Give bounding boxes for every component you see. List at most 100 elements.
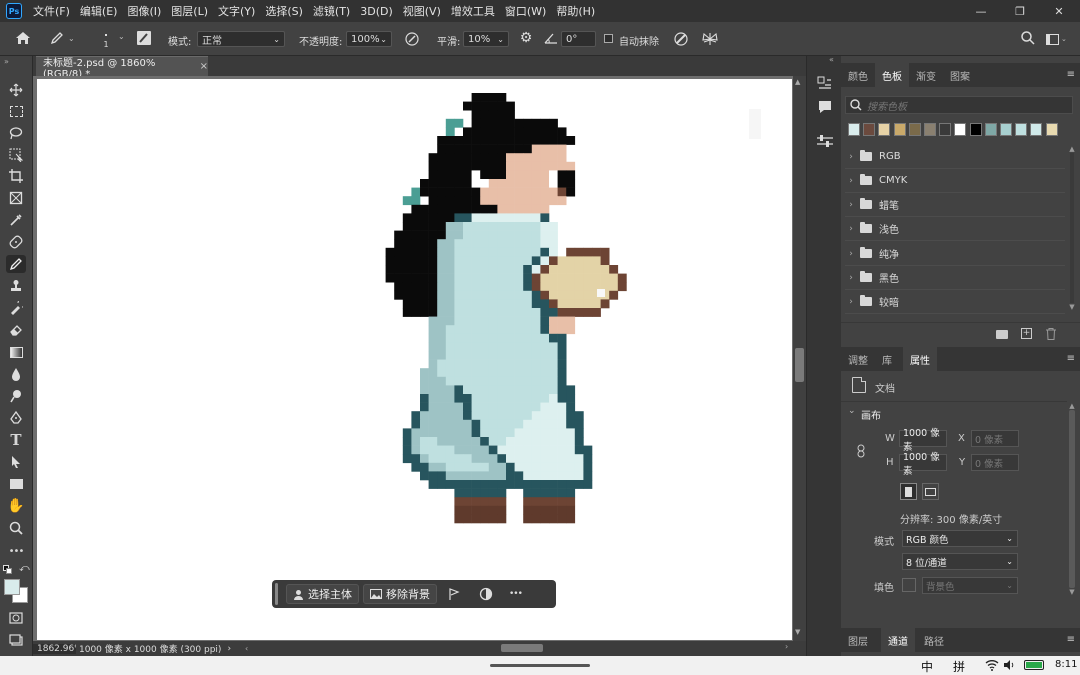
tab-libraries[interactable]: 库 (875, 347, 899, 371)
swatch-group-dark[interactable]: › 黑色 (845, 266, 1065, 290)
eyedropper-tool-icon[interactable] (6, 211, 26, 229)
panel-menu-icon[interactable]: ≡ (1067, 634, 1075, 645)
brush-size-dot-icon[interactable]: 1 (96, 34, 116, 54)
fill-color-swatch[interactable] (902, 578, 916, 592)
search-icon[interactable] (1020, 30, 1036, 46)
document-tab[interactable]: 未标题-2.psd @ 1860%(RGB/8) * × (36, 56, 208, 80)
swatch-group-rgb[interactable]: › RGB (845, 145, 1065, 169)
hand-tool-icon[interactable]: ✋ (6, 497, 26, 515)
width-input[interactable]: 1000 像素 (899, 428, 947, 453)
more-tools-icon[interactable]: ••• (6, 542, 26, 560)
new-group-folder-icon[interactable] (996, 330, 1008, 339)
fill-select[interactable]: 背景色 ⌄ (922, 577, 1018, 594)
volume-icon[interactable] (1003, 659, 1017, 671)
menu-layer[interactable]: 图层(L) (166, 3, 213, 19)
pencil-tool-icon[interactable] (6, 255, 26, 273)
menu-file[interactable]: 文件(F) (28, 3, 75, 19)
scroll-up-icon[interactable]: ▲ (795, 78, 800, 86)
swatch-group-pure[interactable]: › 纯净 (845, 242, 1065, 266)
clone-stamp-tool-icon[interactable] (6, 277, 26, 295)
panel-collapse-icon[interactable]: » (4, 57, 9, 66)
comments-panel-icon[interactable] (817, 99, 833, 115)
color-swatch[interactable] (969, 123, 982, 136)
horizontal-scroll-thumb[interactable] (501, 644, 543, 652)
swatch-group-cmyk[interactable]: › CMYK (845, 169, 1065, 193)
menu-plugins[interactable]: 增效工具 (446, 3, 500, 19)
menu-help[interactable]: 帮助(H) (551, 3, 600, 19)
pen-tool-icon[interactable] (6, 409, 26, 427)
ime-chinese-indicator[interactable]: 中 (921, 658, 933, 675)
auto-erase-checkbox[interactable] (604, 34, 613, 43)
mode-select[interactable]: 正常 ⌄ (197, 31, 285, 47)
frame-tool-icon[interactable] (6, 189, 26, 207)
wifi-icon[interactable] (985, 659, 999, 671)
pressure-size-icon[interactable] (673, 31, 689, 47)
gear-icon[interactable]: ⚙ (518, 30, 534, 46)
color-swatch[interactable] (863, 123, 876, 136)
menu-edit[interactable]: 编辑(E) (75, 3, 123, 19)
eraser-tool-icon[interactable] (6, 321, 26, 339)
swatch-search-input[interactable]: 搜索色板 (845, 96, 1073, 114)
color-swatch[interactable] (1030, 123, 1043, 136)
color-swatch[interactable] (1045, 123, 1058, 136)
pressure-opacity-icon[interactable] (404, 31, 420, 47)
tab-gradients[interactable]: 渐变 (909, 63, 943, 87)
chevron-down-icon[interactable]: ⌄ (118, 32, 125, 41)
color-swatch[interactable] (924, 123, 936, 136)
workspace-icon[interactable]: ⌄ (1046, 32, 1068, 46)
menu-select[interactable]: 选择(S) (260, 3, 308, 19)
angle-input[interactable]: 0° (561, 31, 596, 47)
menu-3d[interactable]: 3D(D) (355, 5, 398, 18)
new-swatch-icon[interactable]: + (1021, 328, 1032, 339)
type-tool-icon[interactable]: T (6, 431, 26, 449)
lasso-tool-icon[interactable] (6, 124, 26, 142)
home-gesture-bar[interactable] (490, 664, 590, 667)
tab-layers[interactable]: 图层 (841, 628, 875, 652)
close-tab-icon[interactable]: × (200, 61, 208, 72)
menu-type[interactable]: 文字(Y) (213, 3, 260, 19)
menu-filter[interactable]: 滤镜(T) (308, 3, 355, 19)
symmetry-butterfly-icon[interactable] (701, 31, 719, 47)
color-swatch[interactable] (848, 123, 860, 136)
screen-mode-icon[interactable] (6, 631, 26, 649)
swatch-group-light[interactable]: › 浅色 (845, 217, 1065, 241)
object-selection-tool-icon[interactable] (6, 146, 26, 164)
restore-button[interactable]: ❐ (1003, 0, 1037, 22)
portrait-orientation-button[interactable] (900, 483, 917, 500)
remove-background-button[interactable]: 移除背景 (363, 584, 437, 604)
link-dimensions-icon[interactable] (856, 444, 866, 458)
tab-color[interactable]: 颜色 (841, 63, 875, 87)
zoom-tool-icon[interactable] (6, 519, 26, 537)
landscape-orientation-button[interactable] (922, 483, 939, 500)
chevron-down-icon[interactable]: ⌄ (848, 406, 856, 416)
swap-colors-icon[interactable]: ⤺ (19, 563, 30, 574)
color-swatch[interactable] (1000, 123, 1012, 136)
bit-depth-select[interactable]: 8 位/通道 ⌄ (902, 553, 1018, 570)
vertical-scrollbar[interactable]: ▲ ▼ (793, 76, 806, 641)
zoom-level[interactable]: 1862.96% (33, 643, 76, 654)
tab-adjustments[interactable]: 调整 (841, 347, 875, 371)
swatch-group-pastel[interactable]: › 蜡笔 (845, 193, 1065, 217)
select-subject-button[interactable]: 选择主体 (286, 584, 359, 604)
marquee-tool-icon[interactable] (6, 102, 26, 120)
quick-mask-icon[interactable] (6, 609, 26, 627)
color-mode-select[interactable]: RGB 颜色 ⌄ (902, 530, 1018, 547)
panel-menu-icon[interactable]: ≡ (1067, 69, 1075, 80)
color-swatch[interactable] (954, 123, 967, 136)
home-icon[interactable] (14, 30, 32, 46)
scroll-down-icon[interactable]: ▼ (795, 628, 800, 636)
drag-handle[interactable] (275, 583, 278, 605)
menu-view[interactable]: 视图(V) (398, 3, 446, 19)
opacity-input[interactable]: 100% ⌄ (346, 31, 392, 47)
scroll-right-icon[interactable]: › (785, 642, 788, 651)
chevron-right-icon[interactable]: › (227, 644, 231, 654)
panel-menu-icon[interactable]: ≡ (1067, 353, 1075, 364)
menu-image[interactable]: 图像(I) (122, 3, 166, 19)
tab-properties[interactable]: 属性 (903, 347, 937, 371)
collapse-panels-icon[interactable]: « (829, 55, 834, 64)
healing-brush-tool-icon[interactable] (6, 233, 26, 251)
x-input[interactable]: 0 像素 (971, 430, 1019, 447)
path-selection-tool-icon[interactable] (6, 453, 26, 471)
color-swatch[interactable] (878, 123, 891, 136)
angle-icon[interactable] (543, 31, 559, 45)
